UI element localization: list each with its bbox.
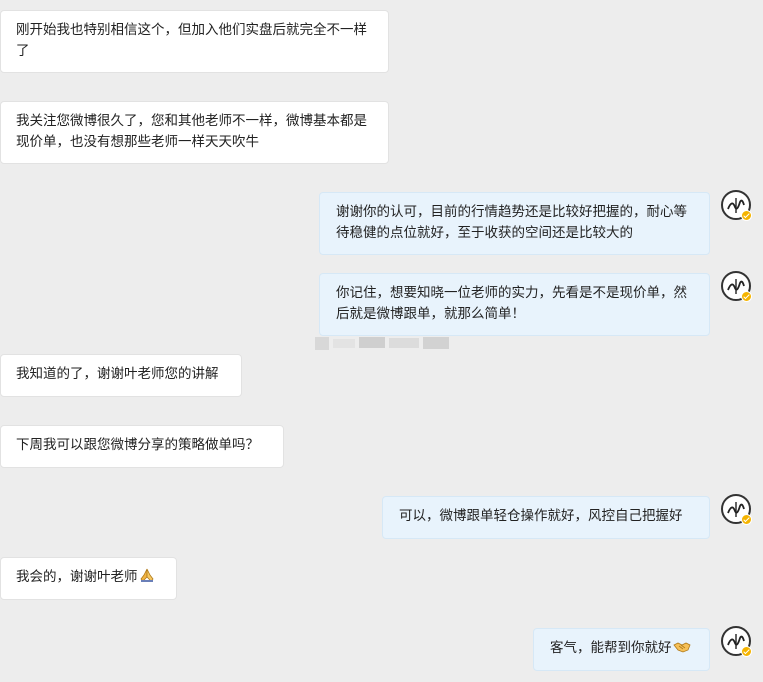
message-text: 可以，微博跟单轻仓操作就好，风控自己把握好 (399, 508, 683, 524)
outgoing-message: 谢谢你的认可，目前的行情趋势还是比较好把握的，耐心等待稳健的点位就好，至于收获的… (319, 192, 710, 255)
verified-badge-icon (741, 291, 752, 302)
verified-badge-icon (741, 646, 752, 657)
message-text: 我会的，谢谢叶老师 (16, 569, 138, 585)
incoming-message: 下周我可以跟您微博分享的策略做单吗？ (0, 425, 284, 468)
handshake-icon (672, 640, 691, 661)
message-text: 我知道的了，谢谢叶老师您的讲解 (16, 366, 219, 382)
teacher-avatar[interactable] (721, 494, 752, 525)
message-text: 谢谢你的认可，目前的行情趋势还是比较好把握的，耐心等待稳健的点位就好，至于收获的… (336, 204, 687, 241)
teacher-avatar[interactable] (721, 271, 752, 302)
message-text: 下周我可以跟您微博分享的策略做单吗？ (16, 437, 259, 453)
folded-hands-icon (139, 567, 155, 590)
incoming-message: 刚开始我也特别相信这个，但加入他们实盘后就完全不一样了 (0, 10, 389, 73)
teacher-avatar[interactable] (721, 626, 752, 657)
incoming-message: 我会的，谢谢叶老师 (0, 557, 177, 600)
incoming-message: 我关注您微博很久了，您和其他老师不一样，微博基本都是现价单，也没有想那些老师一样… (0, 101, 389, 164)
teacher-avatar[interactable] (721, 190, 752, 221)
incoming-message: 我知道的了，谢谢叶老师您的讲解 (0, 354, 242, 397)
outgoing-message: 可以，微博跟单轻仓操作就好，风控自己把握好 (382, 496, 710, 539)
message-text: 你记住，想要知晓一位老师的实力，先看是不是现价单，然后就是微博跟单，就那么简单！ (336, 285, 687, 322)
message-text: 客气，能帮到你就好 (550, 640, 672, 656)
message-text: 刚开始我也特别相信这个，但加入他们实盘后就完全不一样了 (16, 22, 367, 59)
verified-badge-icon (741, 210, 752, 221)
message-text: 我关注您微博很久了，您和其他老师不一样，微博基本都是现价单，也没有想那些老师一样… (16, 113, 367, 150)
outgoing-message: 你记住，想要知晓一位老师的实力，先看是不是现价单，然后就是微博跟单，就那么简单！ (319, 273, 710, 336)
verified-badge-icon (741, 514, 752, 525)
redacted-region (315, 337, 449, 350)
outgoing-message: 客气，能帮到你就好 (533, 628, 710, 671)
